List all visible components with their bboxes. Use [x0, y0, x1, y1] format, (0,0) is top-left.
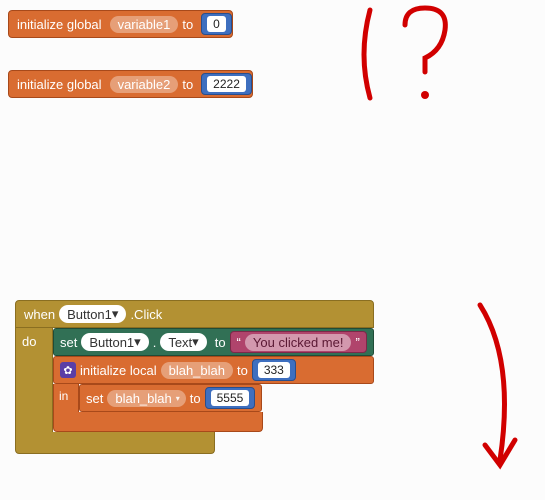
number-slot[interactable]: 0 [201, 13, 232, 35]
chevron-down-icon: ▾ [134, 334, 141, 350]
number-slot[interactable]: 333 [252, 359, 296, 381]
to-label: to [190, 391, 201, 406]
quote-close: ” [355, 335, 359, 350]
dot-label: . [153, 335, 157, 350]
number-slot[interactable]: 5555 [205, 387, 256, 409]
number-value[interactable]: 5555 [211, 390, 250, 406]
when-label: when [24, 307, 55, 322]
init-label: initialize global [17, 17, 102, 32]
event-header[interactable]: when Button1▾ .Click [15, 300, 374, 328]
text-value[interactable]: You clicked me! [245, 334, 352, 351]
set-variable-block[interactable]: set blah_blah▾ to 5555 [79, 384, 262, 412]
init-local-block[interactable]: ✿ initialize local blah_blah to 333 in s… [53, 356, 374, 432]
to-label: to [215, 335, 226, 350]
init-global-block[interactable]: initialize global variable1 to 0 [8, 10, 233, 38]
init-global-block[interactable]: initialize global variable2 to 2222 [8, 70, 253, 98]
do-label: do [15, 328, 53, 432]
component-dropdown[interactable]: Button1▾ [59, 305, 126, 323]
to-label: to [182, 77, 193, 92]
handwritten-question-icon [390, 0, 470, 110]
chevron-down-icon: ▾ [176, 394, 180, 403]
init-label: initialize global [17, 77, 102, 92]
event-handler-block[interactable]: when Button1▾ .Click do set Button1▾ . T… [15, 300, 374, 454]
set-property-block[interactable]: set Button1▾ . Text▾ to “ You clicked me… [53, 328, 374, 356]
quote-open: “ [237, 335, 241, 350]
number-value[interactable]: 0 [207, 16, 226, 32]
number-value[interactable]: 333 [258, 362, 290, 378]
component-dropdown[interactable]: Button1▾ [81, 333, 148, 351]
variable-name-pill[interactable]: variable1 [110, 16, 179, 33]
to-label: to [182, 17, 193, 32]
block-footer [15, 432, 215, 454]
chevron-down-icon: ▾ [112, 306, 119, 322]
chevron-down-icon: ▾ [192, 334, 199, 350]
variable-name-pill[interactable]: variable2 [110, 76, 179, 93]
in-label: in [53, 384, 79, 412]
init-local-header[interactable]: ✿ initialize local blah_blah to 333 [53, 356, 374, 384]
variable-dropdown[interactable]: blah_blah▾ [107, 390, 185, 407]
handwritten-arrow-icon [460, 300, 540, 490]
init-local-label: initialize local [80, 363, 157, 378]
gear-icon[interactable]: ✿ [60, 362, 76, 378]
event-name-label: .Click [130, 307, 162, 322]
block-footer [53, 412, 263, 432]
set-label: set [60, 335, 77, 350]
number-value[interactable]: 2222 [207, 76, 246, 92]
property-dropdown[interactable]: Text▾ [160, 333, 206, 351]
local-name-pill[interactable]: blah_blah [161, 362, 233, 379]
handwritten-paren-icon [350, 0, 470, 110]
text-literal-block[interactable]: “ You clicked me! ” [230, 331, 367, 353]
to-label: to [237, 363, 248, 378]
number-slot[interactable]: 2222 [201, 73, 252, 95]
set-label: set [86, 391, 103, 406]
